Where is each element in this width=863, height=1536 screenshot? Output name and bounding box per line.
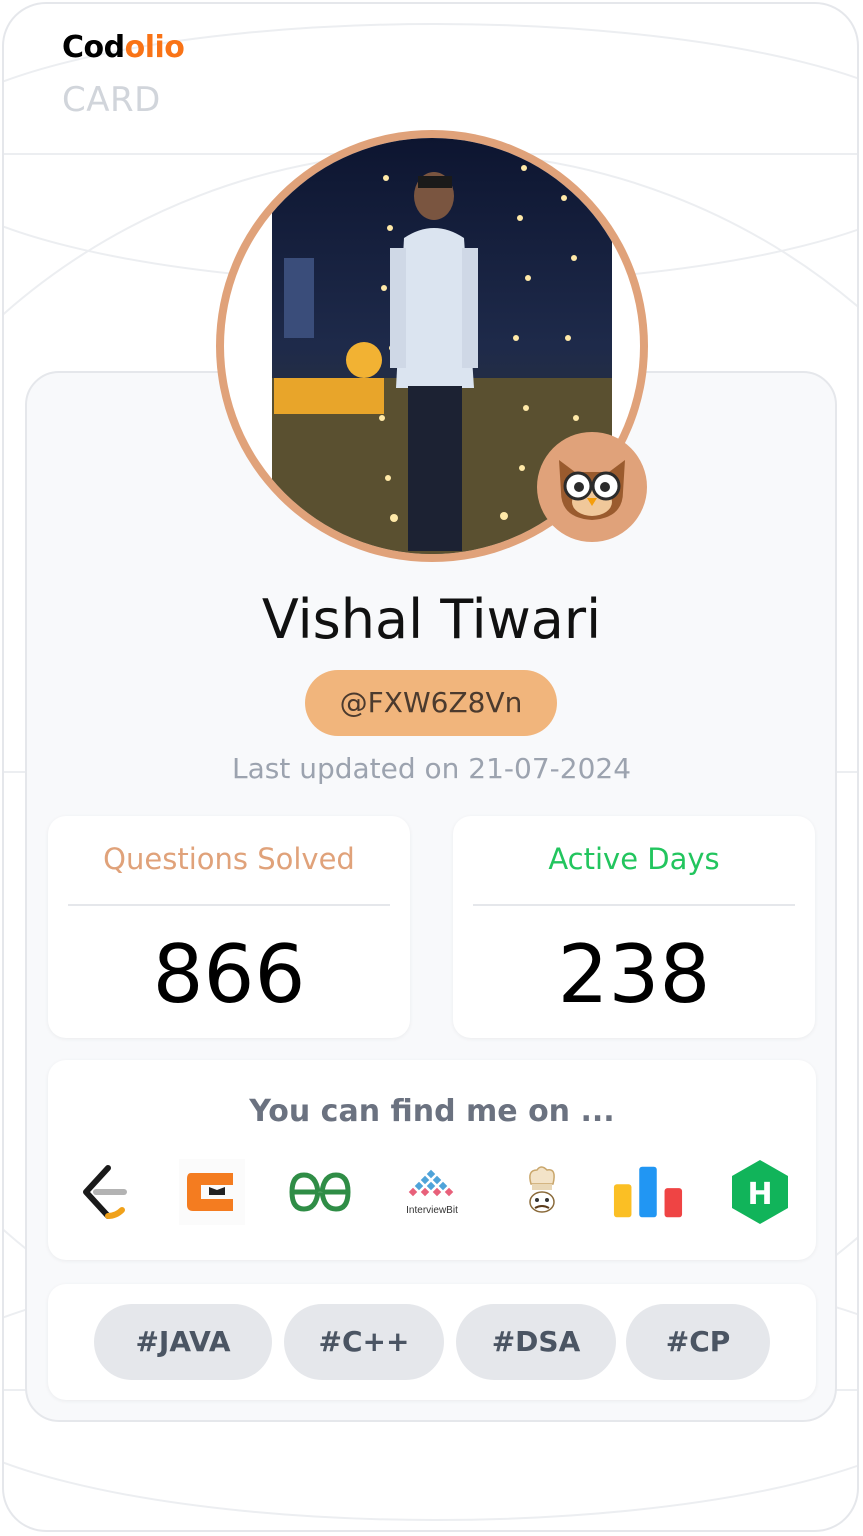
geeksforgeeks-icon[interactable] [284,1156,356,1228]
owl-icon [537,432,647,542]
interviewbit-label: InterviewBit [406,1205,458,1216]
stat-value: 866 [152,928,306,1021]
stat-questions-solved: Questions Solved 866 [48,816,410,1038]
divider [68,904,390,906]
tag-dsa[interactable]: #DSA [456,1304,616,1380]
tag-cp[interactable]: #CP [626,1304,770,1380]
codechef-icon[interactable] [506,1156,578,1228]
stat-label: Active Days [548,842,720,876]
brand-logo: Codolio [62,30,185,65]
codingninjas-icon[interactable] [176,1156,248,1228]
tags-section: #JAVA #C++ #DSA #CP [48,1284,816,1400]
leetcode-icon[interactable] [68,1156,140,1228]
platforms-title: You can find me on ... [249,1094,615,1129]
user-name: Vishal Tiwari [261,588,602,651]
user-handle[interactable]: @FXW6Z8Vn [305,670,557,736]
brand-subtitle: CARD [62,80,161,120]
tag-java[interactable]: #JAVA [94,1304,272,1380]
stat-value: 238 [557,928,711,1021]
brand-part-2: olio [124,30,185,65]
hackerrank-letter: H [747,1177,772,1212]
platforms-section: You can find me on ... InterviewBit H [48,1060,816,1260]
interviewbit-icon[interactable]: InterviewBit [394,1156,470,1228]
brand-part-1: Cod [62,30,125,65]
codestudio-bars-icon[interactable] [612,1156,684,1228]
tag-cpp[interactable]: #C++ [284,1304,444,1380]
stat-active-days: Active Days 238 [453,816,815,1038]
stat-label: Questions Solved [103,842,355,876]
hackerrank-icon[interactable]: H [724,1156,796,1228]
last-updated: Last updated on 21-07-2024 [231,752,632,785]
divider [473,904,795,906]
